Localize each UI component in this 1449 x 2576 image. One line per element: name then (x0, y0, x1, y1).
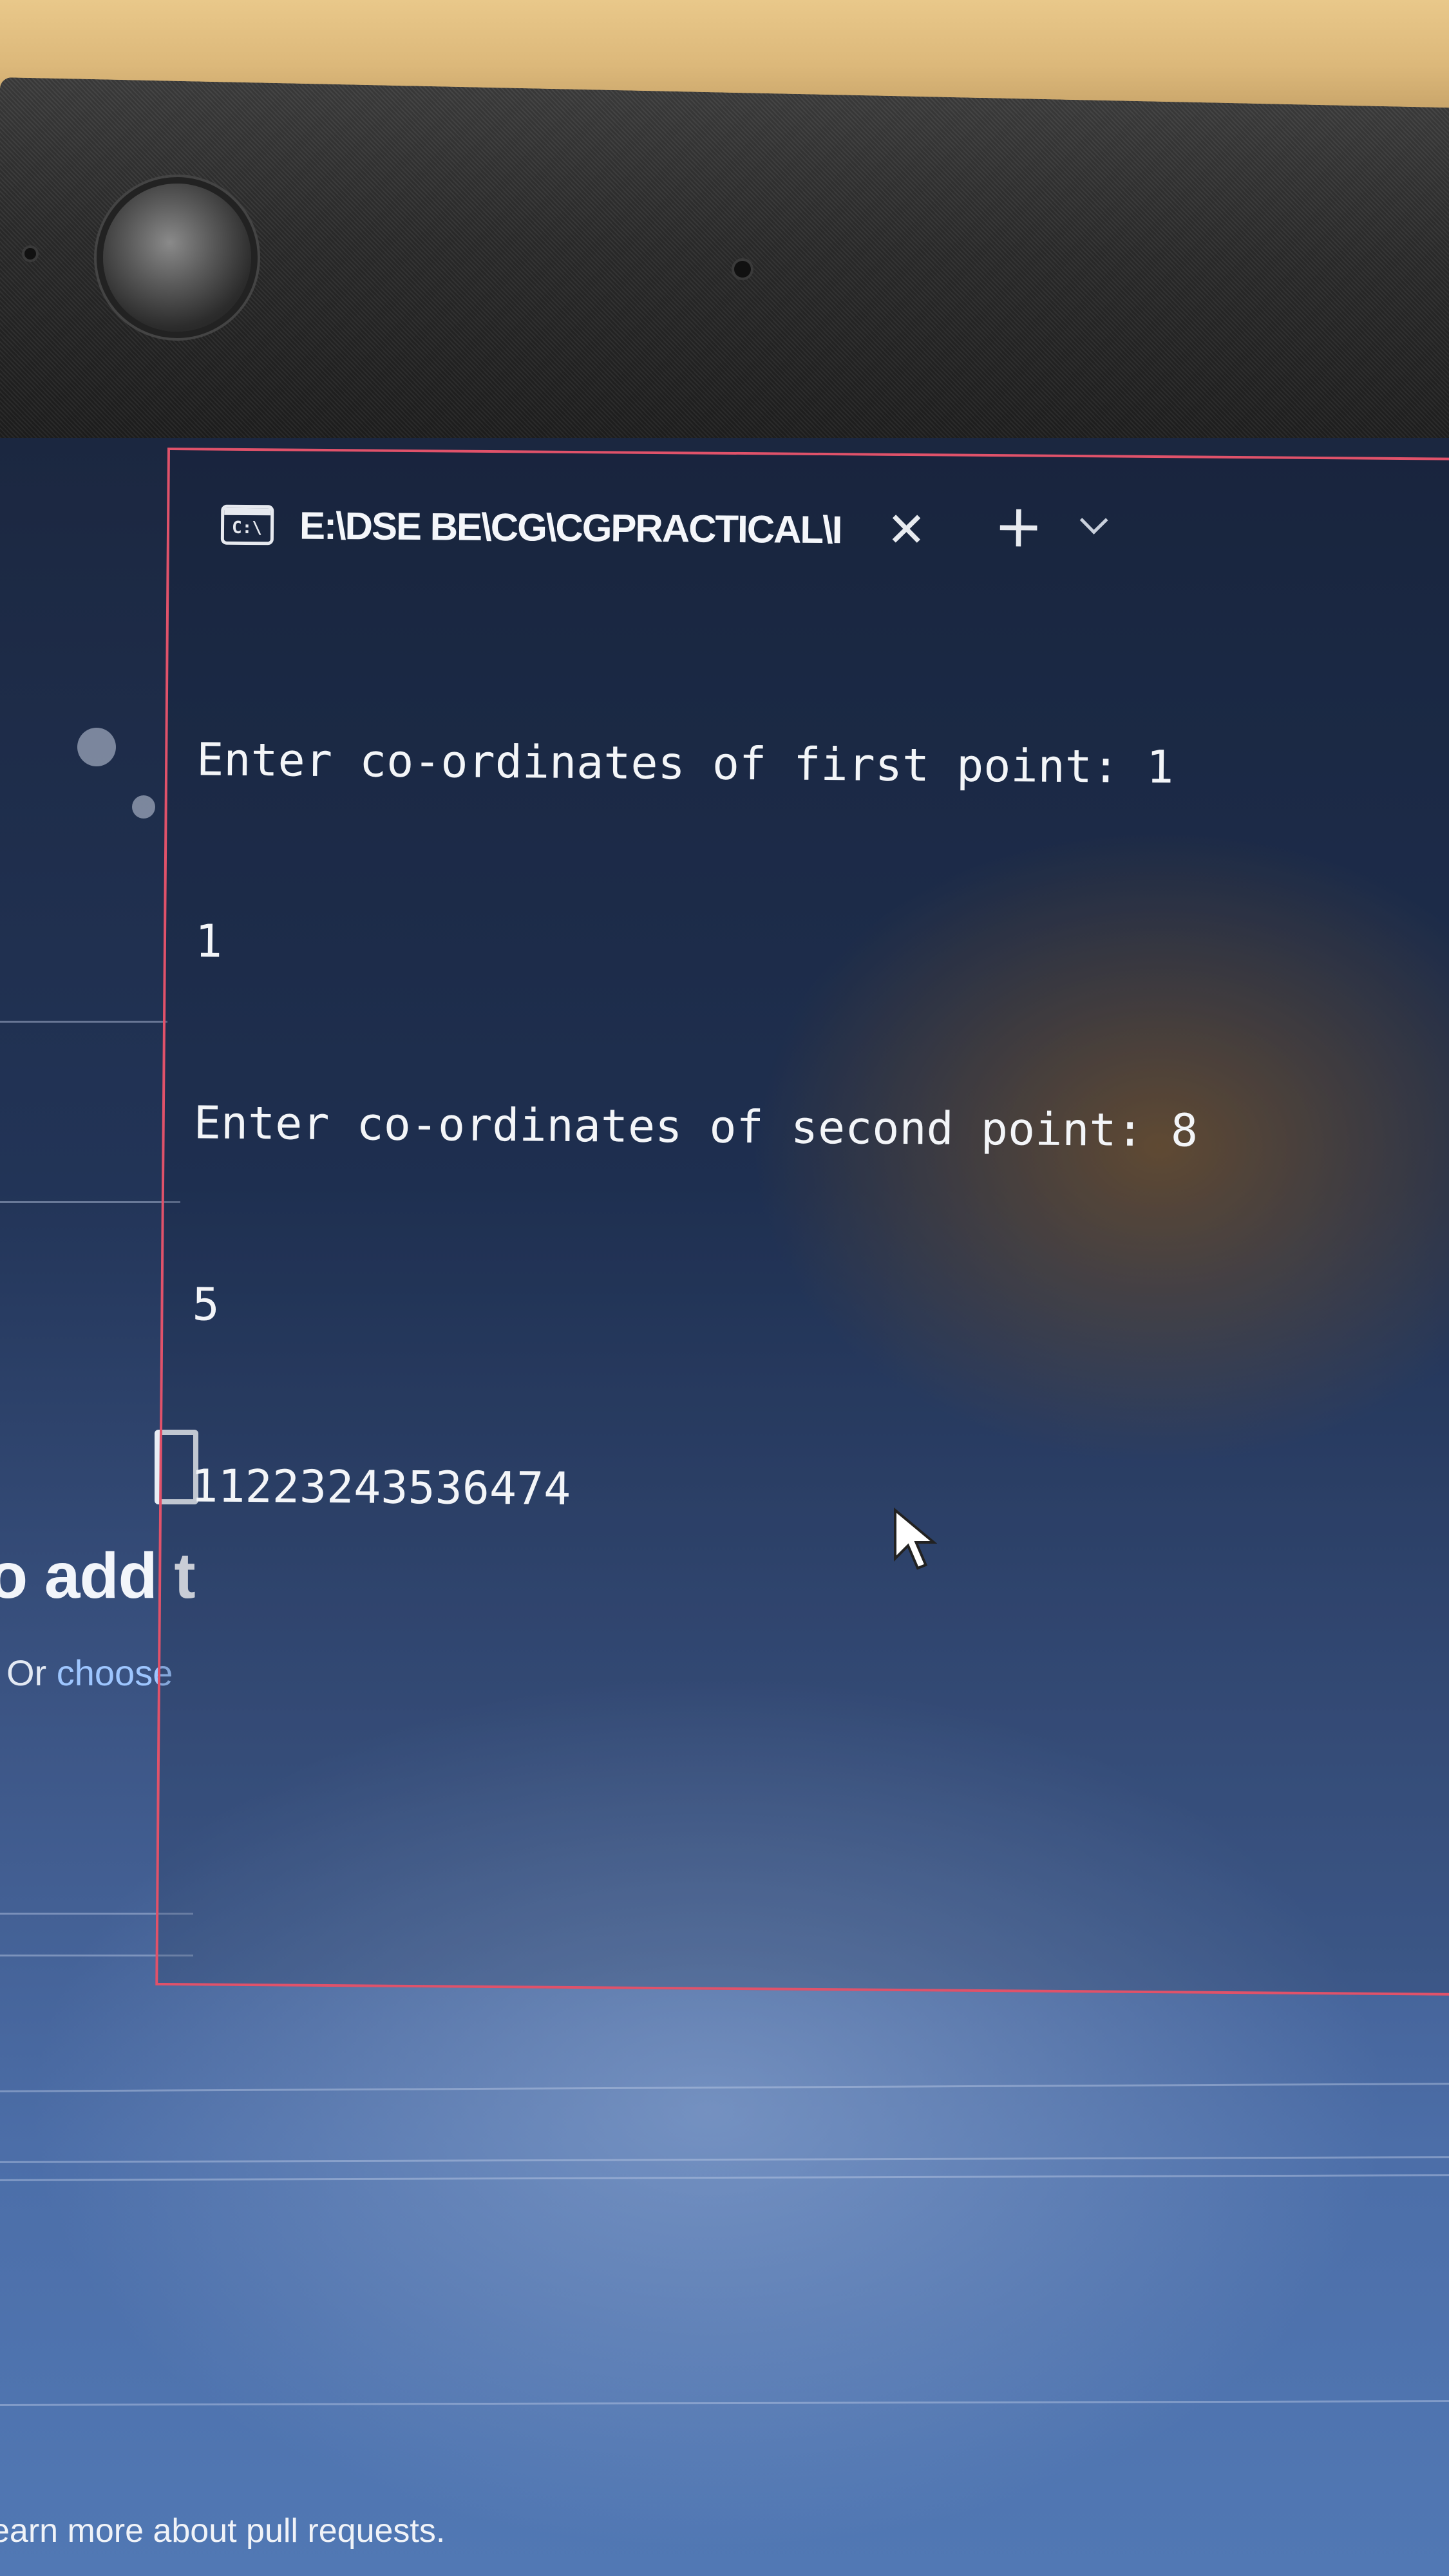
console-output[interactable]: Enter co-ordinates of first point: 1 1 E… (189, 608, 1421, 1647)
divider (0, 1021, 167, 1023)
divider (0, 2174, 1449, 2181)
sensor-dot-right (734, 261, 751, 278)
terminal-tab[interactable]: C:\ E:\DSE BE\CG\CGPRACTICAL\I ✕ (220, 496, 1084, 561)
terminal-window[interactable]: C:\ E:\DSE BE\CG\CGPRACTICAL\I ✕ + Enter… (155, 448, 1449, 1996)
divider (0, 2083, 1449, 2092)
console-line: 11223243536474 (191, 1459, 571, 1515)
choose-link[interactable]: choose (57, 1653, 173, 1693)
chevron-down-icon[interactable] (1079, 506, 1108, 535)
terminal-icon-label: C:\ (231, 518, 263, 538)
divider (0, 1201, 180, 1203)
console-line: Enter co-ordinates of first point: 1 (196, 733, 1174, 794)
terminal-icon: C:\ (220, 504, 274, 545)
or-text: Or (6, 1653, 57, 1693)
console-line: 1 (194, 914, 223, 968)
tab-title: E:\DSE BE\CG\CGPRACTICAL\I (299, 504, 842, 551)
webcam-icon (103, 184, 251, 332)
screen: o add t Or choose earn more about pull r… (0, 438, 1449, 2576)
sensor-dot-left (24, 248, 36, 260)
new-tab-button[interactable]: + (994, 491, 1044, 561)
console-line: 5 (192, 1278, 220, 1331)
mouse-pointer-icon (894, 1507, 937, 1570)
divider (0, 2156, 1449, 2163)
learn-more-link[interactable]: earn more about pull requests. (0, 2512, 445, 2550)
avatar (132, 795, 155, 819)
divider (0, 2400, 1449, 2406)
console-line: Enter co-ordinates of second point: 8 (193, 1096, 1198, 1157)
choose-prompt: Or choose (6, 1652, 173, 1694)
avatar (77, 728, 116, 766)
close-icon[interactable]: ✕ (886, 502, 927, 558)
terminal-tab-bar: C:\ E:\DSE BE\CG\CGPRACTICAL\I ✕ + (169, 450, 1449, 564)
